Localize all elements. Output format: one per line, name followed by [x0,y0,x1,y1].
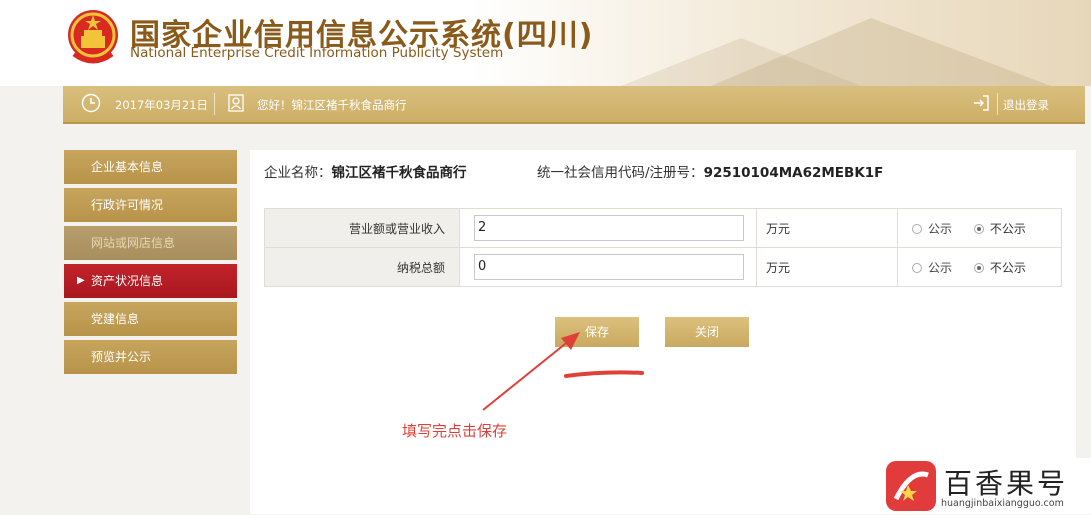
sidebar-nav: 企业基本信息 行政许可情况 网站或网店信息 ▶ 资产状况信息 党建信息 预览并公示 [64,150,237,378]
radio-public[interactable] [912,262,922,273]
site-header: 国家企业信用信息公示系统(四川) National Enterprise Cre… [0,0,1091,86]
enterprise-info: 企业名称：锦江区褚千秋食品商行 统一社会信用代码/注册号：92510104MA6… [264,161,883,181]
watermark: 百香果号 huangjinbaixiangguo.com [878,458,1091,514]
sidebar-item-label: 预览并公示 [91,350,152,364]
revenue-input[interactable]: 2 [474,215,744,241]
sidebar-item-website-info[interactable]: 网站或网店信息 [64,226,237,260]
sidebar-item-asset-status[interactable]: ▶ 资产状况信息 [64,264,237,298]
save-button[interactable]: 保存 [555,317,639,347]
table-row: 营业额或营业收入 2 万元 公示 不公示 [264,208,1062,248]
close-button[interactable]: 关闭 [665,317,749,347]
annotation-text: 填写完点击保存 [402,422,508,440]
sidebar-item-label: 资产状况信息 [91,274,164,288]
user-icon [228,94,244,112]
divider [997,93,998,115]
credit-code-label: 统一社会信用代码/注册号： [537,165,704,181]
divider [214,93,215,115]
sidebar-item-preview-publish[interactable]: 预览并公示 [64,340,237,374]
national-emblem-icon [68,10,118,64]
mountain-decoration [621,38,861,86]
enterprise-name-label: 企业名称： [264,165,332,181]
radio-public-label: 公示 [928,221,953,236]
watermark-logo-icon [886,461,936,511]
clock-icon [81,93,101,113]
greeting-text: 您好！锦江区褚千秋食品商行 [257,98,407,112]
unit-label: 万元 [766,260,791,275]
asset-form-table: 营业额或营业收入 2 万元 公示 不公示 纳税总额 0 万元 公示 不公示 [264,208,1062,287]
current-date: 2017年03月21日 [115,98,209,112]
site-subtitle: National Enterprise Credit Information P… [130,45,504,61]
radio-public-label: 公示 [928,260,953,275]
field-label: 纳税总额 [264,247,460,287]
enterprise-name: 锦江区褚千秋食品商行 [331,165,467,181]
radio-private-label: 不公示 [989,221,1026,236]
sidebar-item-label: 党建信息 [91,312,140,326]
field-label: 营业额或营业收入 [264,208,460,248]
radio-private-label: 不公示 [989,260,1026,275]
radio-private[interactable] [973,262,984,273]
radio-private[interactable] [973,223,984,234]
sidebar-item-basic-info[interactable]: 企业基本信息 [64,150,237,184]
watermark-url: huangjinbaixiangguo.com [941,498,1064,509]
sidebar-item-label: 网站或网店信息 [91,236,176,250]
table-row: 纳税总额 0 万元 公示 不公示 [264,247,1062,287]
user-bar: 2017年03月21日 您好！锦江区褚千秋食品商行 退出登录 [63,86,1085,124]
unit-label: 万元 [766,221,791,236]
logout-link[interactable]: 退出登录 [1003,97,1049,113]
sidebar-item-party-building[interactable]: 党建信息 [64,302,237,336]
sidebar-item-label: 企业基本信息 [91,160,164,174]
sidebar-item-label: 行政许可情况 [91,198,164,212]
logout-icon[interactable] [971,93,991,113]
credit-code-block: 统一社会信用代码/注册号：92510104MA62MEBK1F [537,161,883,181]
tax-total-input[interactable]: 0 [474,254,744,280]
credit-code: 92510104MA62MEBK1F [703,165,884,181]
radio-public[interactable] [912,223,922,234]
active-arrow-icon: ▶ [77,275,85,286]
sidebar-item-admin-license[interactable]: 行政许可情况 [64,188,237,222]
watermark-title: 百香果号 [944,467,1069,500]
